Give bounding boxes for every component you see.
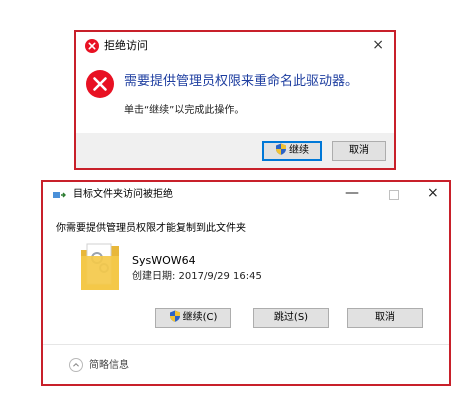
cancel-button[interactable]: 取消: [347, 308, 423, 328]
cancel-button[interactable]: 取消: [332, 141, 386, 161]
error-icon: [86, 70, 114, 98]
dialog-title: 目标文件夹访问被拒绝: [73, 189, 173, 200]
continue-label: 继续: [289, 145, 309, 156]
hint-message: 单击“继续”以完成此操作。: [124, 105, 245, 116]
folder-icon: [81, 243, 119, 290]
shield-icon: [276, 143, 286, 155]
maximize-button[interactable]: [389, 190, 399, 200]
minimize-button[interactable]: —: [345, 185, 359, 201]
error-icon: [85, 39, 99, 53]
skip-button[interactable]: 跳过(S): [253, 308, 329, 328]
title-bar: 拒绝访问 ×: [76, 32, 394, 62]
continue-button[interactable]: 继续(C): [155, 308, 231, 328]
file-name: SysWOW64: [132, 254, 196, 267]
close-button[interactable]: ×: [427, 185, 439, 201]
details-label: 简略信息: [89, 360, 129, 371]
copy-icon: [53, 192, 66, 198]
close-button[interactable]: ×: [372, 37, 384, 53]
divider: [43, 344, 449, 345]
dialog-title: 拒绝访问: [104, 39, 148, 52]
continue-button[interactable]: 继续: [262, 141, 322, 161]
access-denied-dialog: 拒绝访问 × 需要提供管理员权限来重命名此驱动器。 单击“继续”以完成此操作。 …: [74, 30, 396, 170]
permission-message: 你需要提供管理员权限才能复制到此文件夹: [56, 223, 246, 234]
button-bar: 继续 取消: [76, 133, 394, 168]
folder-access-denied-dialog: 目标文件夹访问被拒绝 — × 你需要提供管理员权限才能复制到此文件夹 SysWO…: [41, 180, 451, 386]
chevron-up-icon: [69, 358, 83, 372]
file-created-date: 创建日期: 2017/9/29 16:45: [132, 271, 262, 282]
main-message: 需要提供管理员权限来重命名此驱动器。: [124, 74, 359, 89]
continue-label: 继续(C): [182, 312, 218, 323]
shield-icon: [169, 310, 180, 322]
title-bar: 目标文件夹访问被拒绝 — ×: [43, 182, 449, 208]
